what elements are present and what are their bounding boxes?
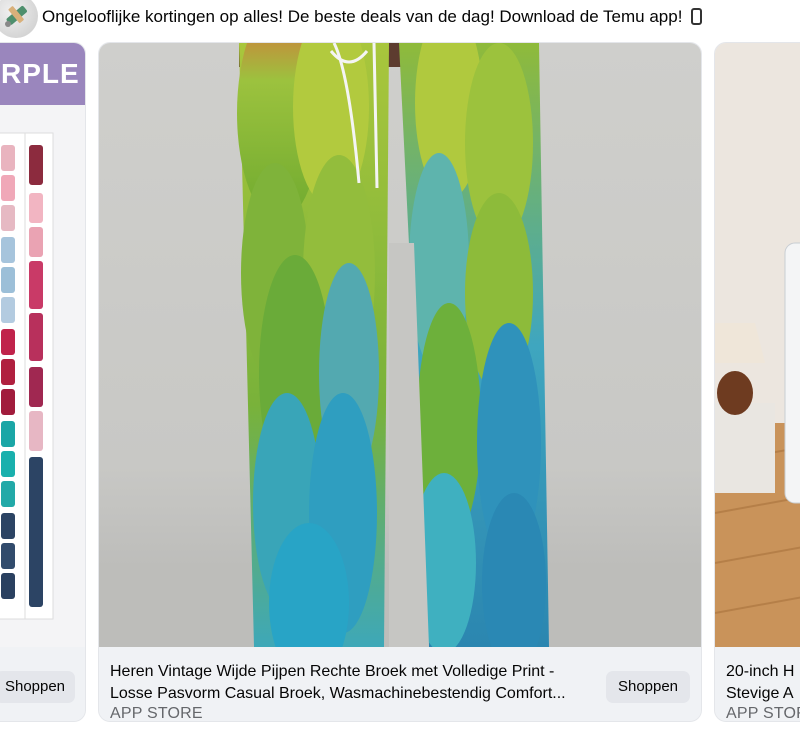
card-left-banner: RPLE <box>0 43 85 105</box>
ad-header-message: Ongelooflijke kortingen op alles! De bes… <box>42 7 683 26</box>
carousel-card-left[interactable]: RPLE Shoppen <box>0 42 86 722</box>
product-title-line-1: Heren Vintage Wijde Pijpen Rechte Broek … <box>110 663 555 680</box>
card-left-image: RPLE <box>0 43 85 647</box>
product-title-right-line-1: 20-inch H <box>726 663 795 680</box>
product-source-right: APP STOR <box>726 705 800 722</box>
shop-button-left[interactable]: Shoppen <box>0 671 75 703</box>
product-title[interactable]: Heren Vintage Wijde Pijpen Rechte Broek … <box>110 661 596 705</box>
product-image[interactable] <box>99 43 701 647</box>
left-leg <box>237 43 389 647</box>
card-main-info: Heren Vintage Wijde Pijpen Rechte Broek … <box>99 647 701 721</box>
card-left-info: Shoppen <box>0 647 85 721</box>
product-source: APP STORE <box>110 705 203 722</box>
carousel-card-main[interactable]: Heren Vintage Wijde Pijpen Rechte Broek … <box>98 42 702 722</box>
product-title-right-line-2: Stevige A <box>726 685 794 702</box>
carousel-card-right[interactable]: 20-inch H Stevige A APP STOR <box>714 42 800 722</box>
app-avatar-icon[interactable] <box>0 0 38 38</box>
bottom-partial-row <box>0 733 800 741</box>
swatch-panel <box>0 105 85 647</box>
product-title-line-2: Losse Pasvorm Casual Broek, Wasmachinebe… <box>110 685 566 702</box>
shop-button-main[interactable]: Shoppen <box>606 671 690 703</box>
card-right-info: 20-inch H Stevige A APP STOR <box>715 647 800 721</box>
product-title-right[interactable]: 20-inch H Stevige A <box>726 661 800 705</box>
phone-icon <box>691 8 703 25</box>
ad-header-text: Ongelooflijke kortingen op alles! De bes… <box>42 7 703 27</box>
card-right-image <box>715 43 800 647</box>
